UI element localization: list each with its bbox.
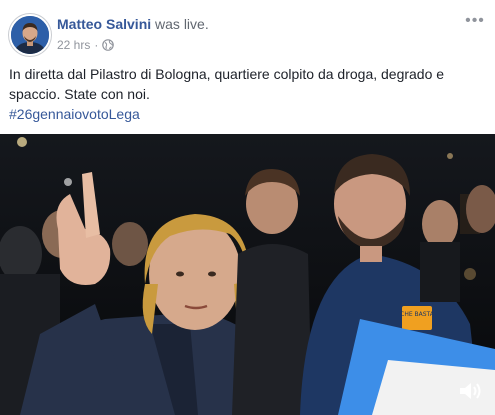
post-header: Matteo Salvini was live. 22 hrs · •••	[0, 0, 495, 60]
post-text: In diretta dal Pilastro di Bologna, quar…	[9, 64, 479, 124]
meta-separator: ·	[94, 38, 99, 52]
post-body-text: In diretta dal Pilastro di Bologna, quar…	[9, 66, 445, 102]
speaker-volume-icon[interactable]	[457, 379, 485, 403]
author-action-text: was live.	[155, 16, 209, 32]
post-meta: 22 hrs ·	[57, 38, 115, 52]
author-line: Matteo Salvini was live.	[57, 16, 209, 32]
post-timestamp[interactable]: 22 hrs	[57, 38, 90, 52]
facebook-post: Matteo Salvini was live. 22 hrs · ••• In…	[0, 0, 495, 415]
video-frame: CHE BASTA	[0, 134, 495, 415]
author-avatar[interactable]	[9, 14, 51, 56]
globe-icon[interactable]	[102, 39, 115, 51]
hashtag-link[interactable]: #26gennaiovotoLega	[9, 104, 479, 124]
jacket-badge	[402, 306, 432, 330]
jacket-badge-text: CHE BASTA	[400, 311, 435, 318]
author-name-link[interactable]: Matteo Salvini	[57, 16, 151, 32]
more-options-icon[interactable]: •••	[463, 12, 487, 30]
live-video-player[interactable]: CHE BASTA	[0, 134, 495, 415]
